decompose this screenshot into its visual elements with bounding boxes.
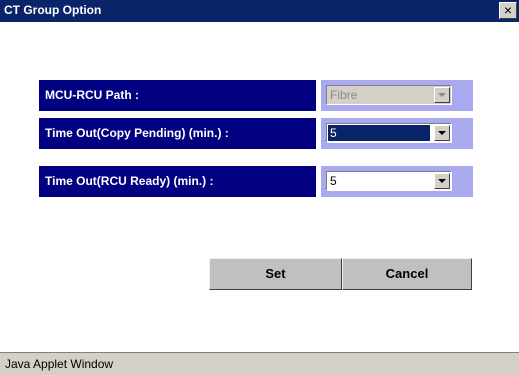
rcu-ready-timeout-select[interactable]: 5 [326,171,452,191]
mcu-rcu-path-field: Fibre [321,80,473,111]
rcu-ready-timeout-label: Time Out(RCU Ready) (min.) : [39,166,316,197]
rcu-ready-timeout-value: 5 [330,174,337,188]
window-title: CT Group Option [4,3,102,17]
mcu-rcu-path-label: MCU-RCU Path : [39,80,316,111]
mcu-rcu-path-select[interactable]: Fibre [326,85,452,105]
cancel-button[interactable]: Cancel [342,258,472,290]
chevron-down-icon[interactable] [434,125,450,141]
copy-pending-timeout-value: 5 [328,125,430,141]
chevron-down-icon[interactable] [434,173,450,189]
chevron-down-icon[interactable] [434,87,450,103]
close-icon: × [503,2,513,18]
status-bar: Java Applet Window [0,352,519,375]
set-button[interactable]: Set [209,258,342,290]
copy-pending-timeout-field: 5 [321,118,473,149]
status-text: Java Applet Window [5,357,114,371]
copy-pending-timeout-label: Time Out(Copy Pending) (min.) : [39,118,316,149]
copy-pending-timeout-select[interactable]: 5 [326,123,452,143]
title-bar[interactable]: CT Group Option × [0,0,519,22]
mcu-rcu-path-value: Fibre [330,88,358,102]
rcu-ready-timeout-field: 5 [321,166,473,197]
close-button[interactable]: × [499,2,517,19]
